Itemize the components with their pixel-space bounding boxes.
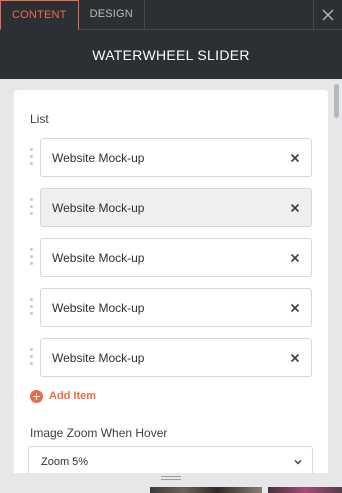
content-card: List Website Mock-up Website Mock-up Web… [14,90,328,493]
list-item: Website Mock-up [26,338,316,377]
plus-circle-icon [30,389,43,403]
tab-design[interactable]: DESIGN [78,0,145,30]
chevron-down-icon [294,460,302,465]
background-image-peek [268,487,342,493]
remove-icon[interactable] [289,252,301,264]
tab-bar-spacer [144,0,313,30]
drag-handle-icon[interactable] [30,198,34,218]
add-item-label: Add Item [49,390,97,402]
close-icon [322,9,334,20]
list-item-label: Website Mock-up [52,251,145,265]
list-item-label: Website Mock-up [52,201,145,215]
background-image-peek [150,487,262,493]
list-item: Website Mock-up [26,238,316,277]
tab-bar: CONTENT DESIGN [0,0,342,30]
drag-handle-icon[interactable] [30,148,34,168]
drag-handle-icon[interactable] [30,298,34,318]
list-item: Website Mock-up [26,188,316,227]
list-item-box[interactable]: Website Mock-up [40,338,312,377]
drag-handle-icon[interactable] [30,348,34,368]
panel-header: CONTENT DESIGN WATERWHEEL SLIDER [0,0,342,79]
list-item-label: Website Mock-up [52,351,145,365]
zoom-label: Image Zoom When Hover [30,426,168,440]
list-item: Website Mock-up [26,288,316,327]
list-item-label: Website Mock-up [52,301,145,315]
scrollbar-thumb[interactable] [334,84,339,118]
tab-content[interactable]: CONTENT [0,0,79,30]
add-item-button[interactable]: Add Item [30,388,96,404]
resize-handle[interactable] [161,476,181,482]
list-item-box[interactable]: Website Mock-up [40,188,312,227]
remove-icon[interactable] [289,302,301,314]
drag-handle-icon[interactable] [30,248,34,268]
list-item-box[interactable]: Website Mock-up [40,138,312,177]
list-label: List [30,112,49,126]
list-item: Website Mock-up [26,138,316,177]
zoom-select-value: Zoom 5% [41,456,89,468]
zoom-select[interactable]: Zoom 5% [28,446,313,476]
remove-icon[interactable] [289,202,301,214]
list-item-box[interactable]: Website Mock-up [40,288,312,327]
panel-title: WATERWHEEL SLIDER [92,47,250,63]
list-item-label: Website Mock-up [52,151,145,165]
list-item-box[interactable]: Website Mock-up [40,238,312,277]
settings-panel: CONTENT DESIGN WATERWHEEL SLIDER List We… [0,0,342,493]
remove-icon[interactable] [289,152,301,164]
close-button[interactable] [313,0,342,30]
remove-icon[interactable] [289,352,301,364]
